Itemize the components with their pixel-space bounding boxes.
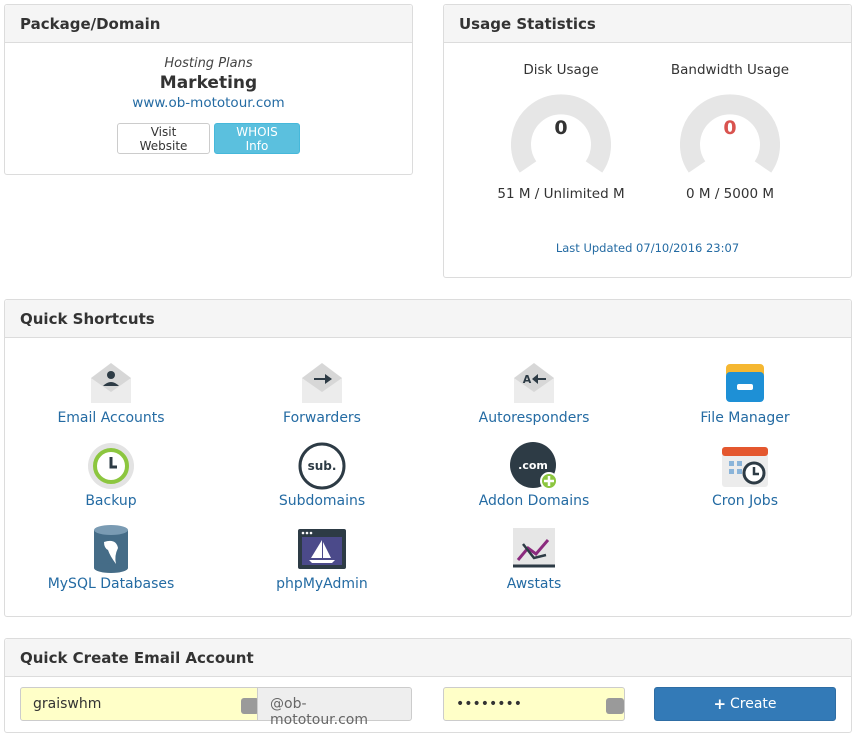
usage-statistics-panel: Usage Statistics Disk Usage 0 51 M / Unl… [443, 4, 852, 278]
autoresponders-icon: A [514, 363, 554, 403]
shortcut-label: Email Accounts [57, 410, 165, 426]
plan-name: Marketing [159, 73, 258, 93]
shortcut-label: MySQL Databases [47, 576, 175, 592]
whois-info-button[interactable]: WHOIS Info [214, 123, 300, 154]
disk-usage-title: Disk Usage [523, 62, 599, 78]
shortcut-subdomains[interactable]: sub. Subdomains [232, 441, 412, 509]
svg-text:A: A [523, 373, 532, 386]
email-accounts-icon [91, 363, 131, 403]
shortcut-email-accounts[interactable]: Email Accounts [21, 358, 201, 426]
shortcut-mysql-databases[interactable]: MySQL Databases [21, 524, 201, 592]
email-domain-addon: @ob-mototour.com [257, 687, 412, 728]
last-updated-text: Last Updated 07/10/2016 23:07 [555, 241, 740, 255]
plus-icon: + [713, 695, 727, 713]
create-button-label: Create [730, 696, 777, 712]
bandwidth-gauge-dial: 0 [680, 94, 780, 173]
password-manager-key-icon[interactable] [606, 698, 624, 714]
bandwidth-usage-gauge: Bandwidth Usage 0 0 M / 5000 M [645, 47, 815, 202]
shortcut-label: File Manager [700, 410, 790, 426]
shortcut-addon-domains[interactable]: .com Addon Domains [444, 441, 624, 509]
shortcut-label: Autoresponders [478, 410, 590, 426]
shortcut-label: phpMyAdmin [276, 576, 368, 592]
email-username-input[interactable]: graiswhm [20, 687, 258, 721]
hosting-plans-label: Hosting Plans [164, 56, 253, 71]
bandwidth-usage-title: Bandwidth Usage [670, 62, 790, 78]
disk-usage-limit: 51 M / Unlimited M [497, 186, 625, 202]
awstats-icon [513, 528, 555, 568]
file-manager-icon [726, 364, 764, 402]
shortcut-file-manager[interactable]: File Manager [655, 358, 835, 426]
shortcut-label: Forwarders [283, 410, 361, 426]
shortcut-awstats[interactable]: Awstats [444, 524, 624, 592]
disk-usage-gauge: Disk Usage 0 51 M / Unlimited M [476, 47, 646, 202]
quick-shortcuts-panel: Quick Shortcuts Email Accounts Forwarder… [4, 299, 852, 617]
shortcut-autoresponders[interactable]: A Autoresponders [444, 358, 624, 426]
shortcut-backup[interactable]: Backup [21, 441, 201, 509]
shortcut-label: Backup [85, 493, 137, 509]
subdomains-icon: sub. [298, 442, 346, 490]
backup-icon [88, 443, 134, 489]
disk-usage-value: 0 [554, 117, 567, 139]
quick-create-email-panel: Quick Create Email Account graiswhm @ob-… [4, 638, 852, 733]
shortcut-cron-jobs[interactable]: Cron Jobs [655, 441, 835, 509]
create-email-button[interactable]: + Create [654, 687, 836, 721]
shortcut-label: Subdomains [278, 493, 366, 509]
email-password-input[interactable]: •••••••• [443, 687, 625, 721]
subdomains-icon-text: sub. [308, 459, 337, 473]
package-domain-title: Package/Domain [5, 5, 412, 43]
addon-domains-icon: .com [510, 442, 558, 490]
forwarders-icon [302, 363, 342, 403]
bandwidth-usage-value: 0 [723, 117, 736, 139]
visit-website-button[interactable]: Visit Website [117, 123, 210, 154]
package-domain-panel: Package/Domain Hosting Plans Marketing w… [4, 4, 413, 175]
shortcut-phpmyadmin[interactable]: phpMyAdmin [232, 524, 412, 592]
phpmyadmin-icon [298, 529, 346, 569]
cron-jobs-icon [722, 447, 768, 487]
quick-create-email-title: Quick Create Email Account [5, 639, 851, 677]
quick-shortcuts-title: Quick Shortcuts [5, 300, 851, 338]
shortcut-forwarders[interactable]: Forwarders [232, 358, 412, 426]
disk-gauge-dial: 0 [511, 94, 611, 173]
mysql-databases-icon [94, 525, 128, 573]
addon-domains-icon-text: .com [518, 459, 548, 472]
domain-link[interactable]: www.ob-mototour.com [5, 95, 412, 111]
shortcut-label: Awstats [506, 576, 562, 592]
shortcut-label: Cron Jobs [712, 493, 778, 509]
bandwidth-usage-limit: 0 M / 5000 M [686, 186, 774, 202]
shortcut-label: Addon Domains [478, 493, 590, 509]
usage-statistics-title: Usage Statistics [444, 5, 851, 43]
